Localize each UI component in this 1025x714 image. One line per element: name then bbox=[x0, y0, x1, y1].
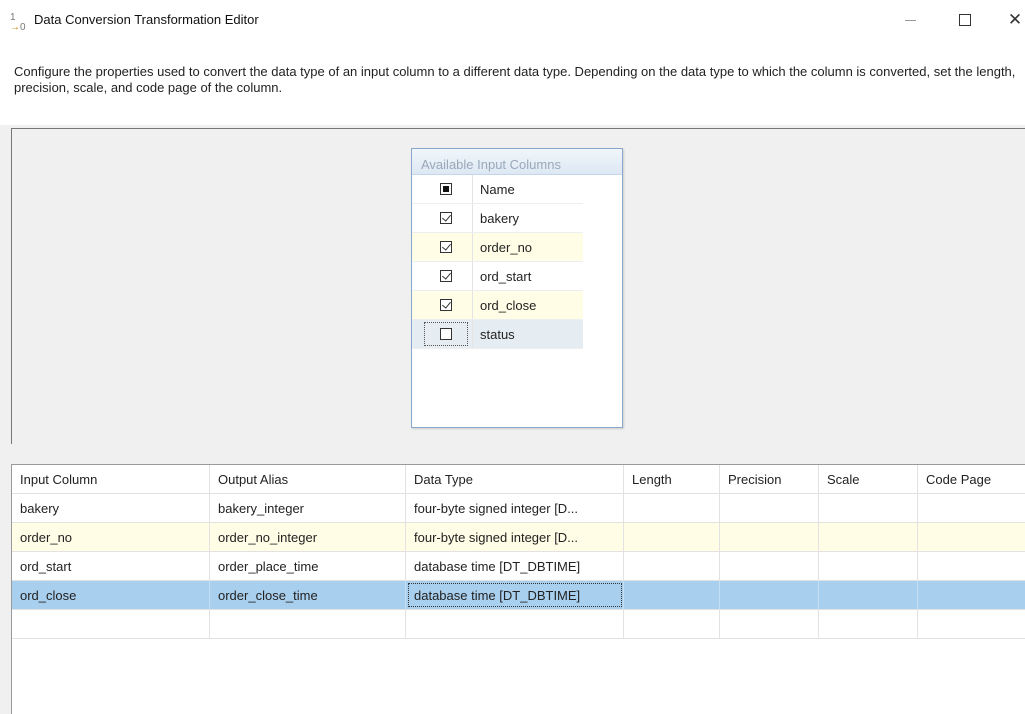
title-bar: 1 →0 Data Conversion Transformation Edito… bbox=[0, 0, 1025, 40]
input-column-cell[interactable]: order_no bbox=[12, 523, 210, 551]
column-name: status bbox=[480, 327, 515, 342]
column-checkbox[interactable] bbox=[440, 328, 452, 340]
data-type-cell[interactable]: four-byte signed integer [D... bbox=[406, 523, 624, 551]
table-row[interactable]: order_no order_no_integer four-byte sign… bbox=[12, 523, 1025, 552]
table-row[interactable]: bakery bakery_integer four-byte signed i… bbox=[12, 494, 1025, 523]
column-header-input-column[interactable]: Input Column bbox=[12, 465, 210, 493]
code-page-cell[interactable] bbox=[918, 552, 1025, 580]
precision-cell[interactable] bbox=[720, 581, 819, 609]
select-all-checkbox[interactable] bbox=[440, 183, 452, 195]
minimize-button[interactable] bbox=[890, 6, 930, 34]
grid-header-row: Input Column Output Alias Data Type Leng… bbox=[12, 465, 1025, 494]
name-column-header: Name bbox=[480, 182, 515, 197]
scale-cell[interactable] bbox=[819, 552, 918, 580]
column-header-output-alias[interactable]: Output Alias bbox=[210, 465, 406, 493]
column-name: bakery bbox=[480, 211, 520, 226]
column-name: ord_start bbox=[480, 269, 532, 284]
precision-cell[interactable] bbox=[720, 552, 819, 580]
data-type-cell[interactable]: database time [DT_DBTIME] bbox=[406, 581, 624, 609]
scale-cell[interactable] bbox=[819, 523, 918, 551]
code-page-cell[interactable] bbox=[918, 523, 1025, 551]
available-column-row[interactable]: bakery bbox=[412, 204, 583, 233]
input-column-cell[interactable]: ord_start bbox=[12, 552, 210, 580]
minimize-icon bbox=[904, 19, 916, 21]
scale-cell[interactable] bbox=[819, 494, 918, 522]
length-cell[interactable] bbox=[624, 523, 720, 551]
table-row-selected[interactable]: ord_close order_close_time database time… bbox=[12, 581, 1025, 610]
available-columns-header-row: Name bbox=[412, 175, 583, 204]
precision-cell[interactable] bbox=[720, 610, 819, 638]
length-cell[interactable] bbox=[624, 552, 720, 580]
data-type-cell[interactable] bbox=[406, 610, 624, 638]
scale-cell[interactable] bbox=[819, 581, 918, 609]
output-alias-cell[interactable]: order_place_time bbox=[210, 552, 406, 580]
length-cell[interactable] bbox=[624, 581, 720, 609]
precision-cell[interactable] bbox=[720, 494, 819, 522]
code-page-cell[interactable] bbox=[918, 581, 1025, 609]
data-conversion-icon: 1 →0 bbox=[10, 12, 26, 33]
column-header-data-type[interactable]: Data Type bbox=[406, 465, 624, 493]
window-title: Data Conversion Transformation Editor bbox=[34, 12, 259, 27]
available-input-columns-header: Available Input Columns bbox=[412, 149, 622, 175]
data-type-cell[interactable]: four-byte signed integer [D... bbox=[406, 494, 624, 522]
length-cell[interactable] bbox=[624, 494, 720, 522]
header-area: Configure the properties used to convert… bbox=[0, 40, 1025, 125]
available-column-row[interactable]: ord_close bbox=[412, 291, 583, 320]
column-name: ord_close bbox=[480, 298, 537, 313]
available-input-columns[interactable]: Available Input Columns Name bakery orde… bbox=[411, 148, 623, 428]
column-header-scale[interactable]: Scale bbox=[819, 465, 918, 493]
input-column-cell[interactable] bbox=[12, 610, 210, 638]
column-header-precision[interactable]: Precision bbox=[720, 465, 819, 493]
input-column-cell[interactable]: bakery bbox=[12, 494, 210, 522]
column-checkbox[interactable] bbox=[440, 299, 452, 311]
output-alias-cell[interactable]: bakery_integer bbox=[210, 494, 406, 522]
column-checkbox[interactable] bbox=[440, 212, 452, 224]
output-alias-cell[interactable]: order_close_time bbox=[210, 581, 406, 609]
column-header-length[interactable]: Length bbox=[624, 465, 720, 493]
close-icon: ✕ bbox=[1007, 10, 1023, 29]
available-column-row[interactable]: status bbox=[412, 320, 583, 349]
maximize-icon bbox=[959, 14, 971, 26]
output-alias-cell[interactable]: order_no_integer bbox=[210, 523, 406, 551]
close-button[interactable]: ✕ bbox=[995, 6, 1025, 34]
table-row[interactable]: ord_start order_place_time database time… bbox=[12, 552, 1025, 581]
code-page-cell[interactable] bbox=[918, 610, 1025, 638]
output-alias-cell[interactable] bbox=[210, 610, 406, 638]
table-row-new[interactable] bbox=[12, 610, 1025, 639]
description-text: Configure the properties used to convert… bbox=[14, 64, 1016, 95]
precision-cell[interactable] bbox=[720, 523, 819, 551]
column-checkbox[interactable] bbox=[440, 270, 452, 282]
column-checkbox[interactable] bbox=[440, 241, 452, 253]
available-column-row[interactable]: ord_start bbox=[412, 262, 583, 291]
input-column-cell[interactable]: ord_close bbox=[12, 581, 210, 609]
code-page-cell[interactable] bbox=[918, 494, 1025, 522]
length-cell[interactable] bbox=[624, 610, 720, 638]
column-name: order_no bbox=[480, 240, 533, 255]
data-type-cell[interactable]: database time [DT_DBTIME] bbox=[406, 552, 624, 580]
available-column-row[interactable]: order_no bbox=[412, 233, 583, 262]
column-header-code-page[interactable]: Code Page bbox=[918, 465, 1025, 493]
conversion-grid[interactable]: Input Column Output Alias Data Type Leng… bbox=[11, 464, 1025, 714]
maximize-button[interactable] bbox=[945, 6, 985, 34]
scale-cell[interactable] bbox=[819, 610, 918, 638]
